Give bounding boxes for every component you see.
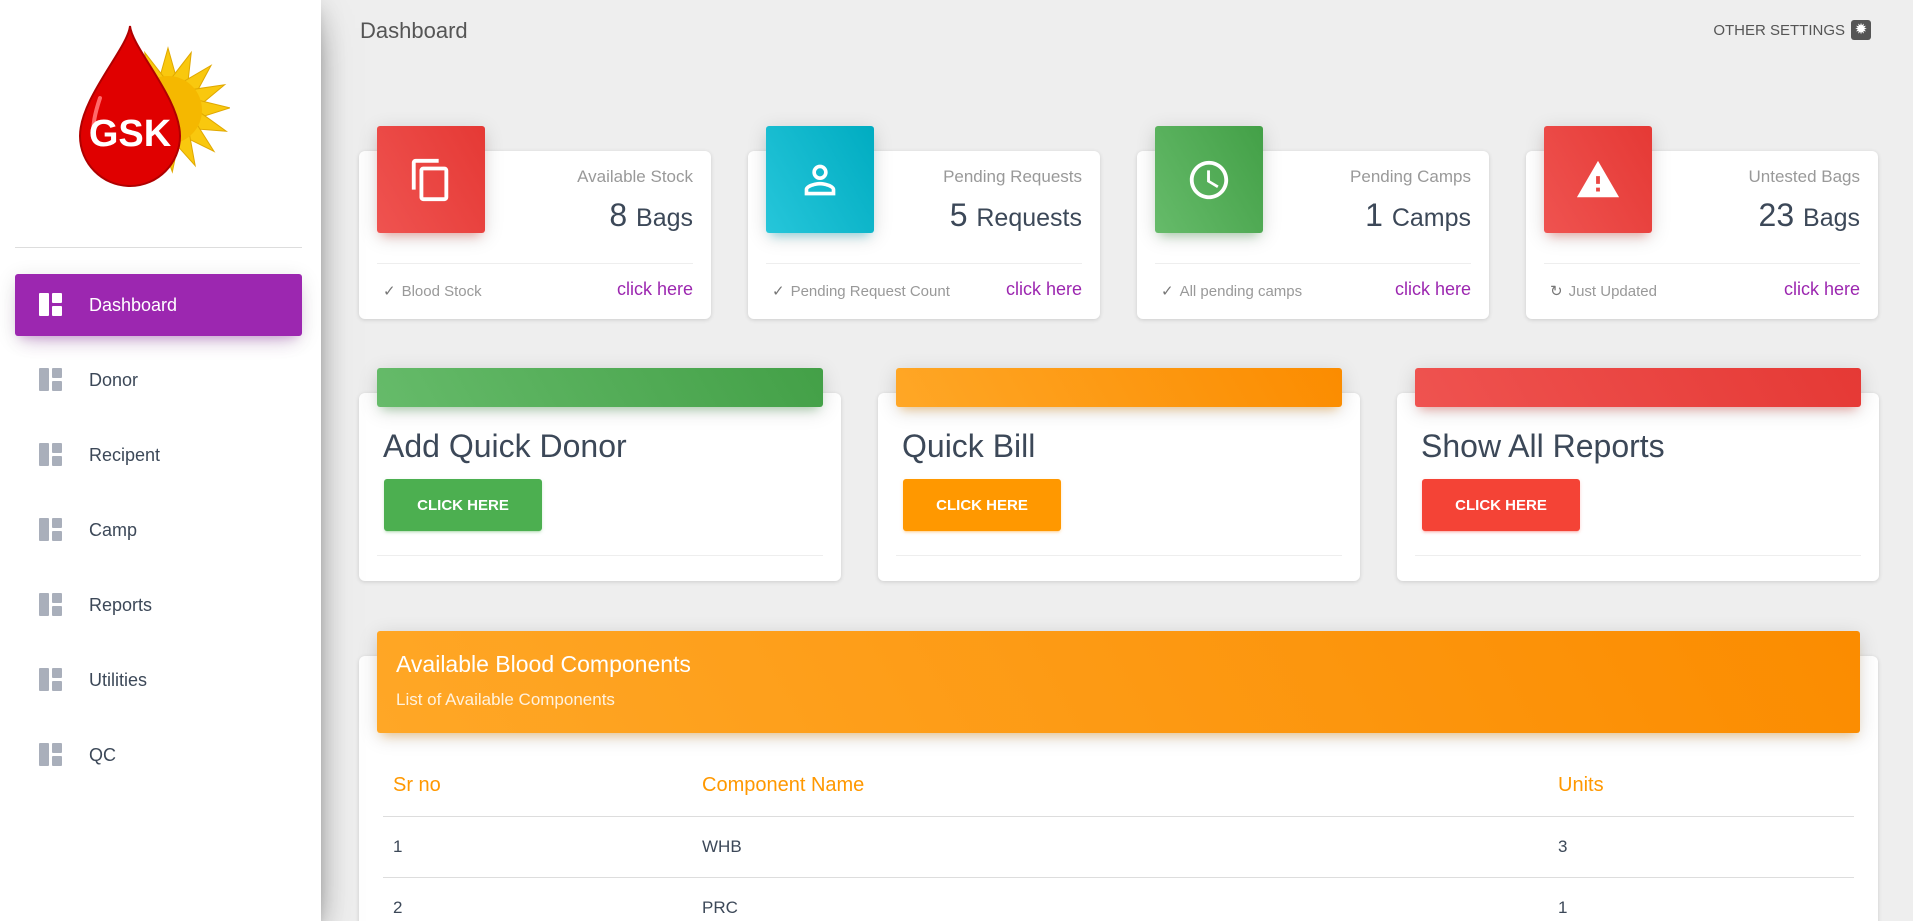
sidebar-item-recipent[interactable]: Recipent — [15, 424, 302, 486]
table-row: 1 WHB 3 — [383, 816, 1854, 878]
refresh-icon: ↻ — [1550, 283, 1563, 300]
table-row: 2 PRC 1 — [383, 877, 1854, 921]
divider — [377, 555, 823, 556]
card-header-bar — [1415, 368, 1861, 407]
card-title: Add Quick Donor — [383, 428, 627, 464]
stat-category: Pending Camps — [1350, 167, 1471, 186]
stat-footer: ✓ All pending camps — [1161, 282, 1303, 301]
column-header-units: Units — [1548, 756, 1854, 817]
click-here-link[interactable]: click here — [617, 279, 693, 300]
divider — [1415, 555, 1861, 556]
stat-value: 8 Bags — [609, 197, 693, 233]
dashboard-icon — [39, 743, 63, 767]
stat-value: 23 Bags — [1758, 197, 1860, 233]
sidebar-divider — [15, 247, 302, 248]
stat-category: Untested Bags — [1748, 167, 1860, 186]
table-cell: 2 — [383, 877, 692, 921]
action-card-show-all-reports: Show All Reports CLICK HERE — [1397, 368, 1879, 581]
stat-value: 1 Camps — [1365, 197, 1471, 233]
dashboard-icon — [39, 443, 63, 467]
table-cell: 1 — [1548, 877, 1854, 921]
table-cell: WHB — [692, 816, 1548, 878]
other-settings-label: OTHER SETTINGS — [1713, 21, 1845, 39]
quick-bill-button[interactable]: CLICK HERE — [903, 479, 1061, 531]
other-settings-button[interactable]: OTHER SETTINGS ✹ — [1713, 20, 1871, 40]
click-here-link[interactable]: click here — [1784, 279, 1860, 300]
copy-icon — [377, 126, 485, 233]
dashboard-icon — [39, 368, 63, 392]
stat-footer: ↻ Just Updated — [1550, 282, 1657, 301]
table-cell: PRC — [692, 877, 1548, 921]
column-header-component-name: Component Name — [692, 756, 1548, 817]
dashboard-icon — [39, 518, 63, 542]
components-table: Sr no Component Name Units 1 WHB 3 2 PRC… — [383, 756, 1854, 921]
stat-category: Pending Requests — [943, 167, 1082, 186]
check-icon: ✓ — [1161, 283, 1174, 300]
gear-icon: ✹ — [1851, 20, 1871, 40]
table-cell: 3 — [1548, 816, 1854, 878]
gsk-logo[interactable]: GSK — [70, 18, 232, 193]
clock-icon — [1155, 126, 1263, 233]
sidebar-item-donor[interactable]: Donor — [15, 349, 302, 411]
dashboard-icon — [39, 293, 63, 317]
stat-card-pending-camps: Pending Camps 1 Camps ✓ All pending camps… — [1137, 126, 1489, 319]
check-icon: ✓ — [383, 283, 396, 300]
components-title: Available Blood Components — [396, 651, 691, 677]
stat-card-untested-bags: Untested Bags 23 Bags ↻ Just Updated clic… — [1526, 126, 1878, 319]
sidebar-item-label: Dashboard — [89, 294, 178, 315]
sidebar-item-label: Camp — [89, 519, 138, 540]
dashboard-icon — [39, 668, 63, 692]
sidebar-item-qc[interactable]: QC — [15, 724, 302, 786]
stat-card-available-stock: Available Stock 8 Bags ✓ Blood Stock clic… — [359, 126, 711, 319]
divider — [1155, 263, 1471, 264]
sidebar-item-label: Utilities — [89, 669, 148, 690]
sidebar-item-reports[interactable]: Reports — [15, 574, 302, 636]
stat-footer: ✓ Pending Request Count — [772, 282, 950, 301]
divider — [1544, 263, 1860, 264]
table-cell: 1 — [383, 816, 692, 878]
card-title: Quick Bill — [902, 428, 1036, 464]
column-header-sr-no: Sr no — [383, 756, 692, 817]
action-card-quick-bill: Quick Bill CLICK HERE — [878, 368, 1360, 581]
table-header-row: Sr no Component Name Units — [383, 756, 1854, 817]
sidebar-item-utilities[interactable]: Utilities — [15, 649, 302, 711]
sidebar-nav: Dashboard Donor Recipent Camp Reports Ut… — [15, 274, 302, 799]
stat-category: Available Stock — [577, 167, 693, 186]
components-subtitle: List of Available Components — [396, 690, 615, 709]
card-title: Show All Reports — [1421, 428, 1665, 464]
warning-icon — [1544, 126, 1652, 233]
divider — [766, 263, 1082, 264]
components-card-header: Available Blood Components List of Avail… — [377, 631, 1860, 733]
action-card-add-quick-donor: Add Quick Donor CLICK HERE — [359, 368, 841, 581]
page-title: Dashboard — [360, 18, 468, 43]
add-quick-donor-button[interactable]: CLICK HERE — [384, 479, 542, 531]
sidebar-item-label: Recipent — [89, 444, 161, 465]
click-here-link[interactable]: click here — [1006, 279, 1082, 300]
person-icon — [766, 126, 874, 233]
card-header-bar — [377, 368, 823, 407]
sidebar: GSK Dashboard Donor Recipent Camp Report… — [0, 0, 321, 921]
stat-footer: ✓ Blood Stock — [383, 282, 482, 301]
dashboard-icon — [39, 593, 63, 617]
sidebar-item-label: Reports — [89, 594, 153, 615]
sidebar-item-dashboard[interactable]: Dashboard — [15, 274, 302, 336]
stat-card-pending-requests: Pending Requests 5 Requests ✓ Pending Req… — [748, 126, 1100, 319]
components-card: Available Blood Components List of Avail… — [359, 631, 1878, 921]
sidebar-item-label: QC — [89, 744, 116, 765]
check-icon: ✓ — [772, 283, 785, 300]
logo-text: GSK — [89, 113, 172, 155]
card-header-bar — [896, 368, 1342, 407]
sidebar-item-camp[interactable]: Camp — [15, 499, 302, 561]
stat-value: 5 Requests — [949, 197, 1082, 233]
divider — [896, 555, 1342, 556]
show-all-reports-button[interactable]: CLICK HERE — [1422, 479, 1580, 531]
click-here-link[interactable]: click here — [1395, 279, 1471, 300]
divider — [377, 263, 693, 264]
sidebar-item-label: Donor — [89, 369, 139, 390]
